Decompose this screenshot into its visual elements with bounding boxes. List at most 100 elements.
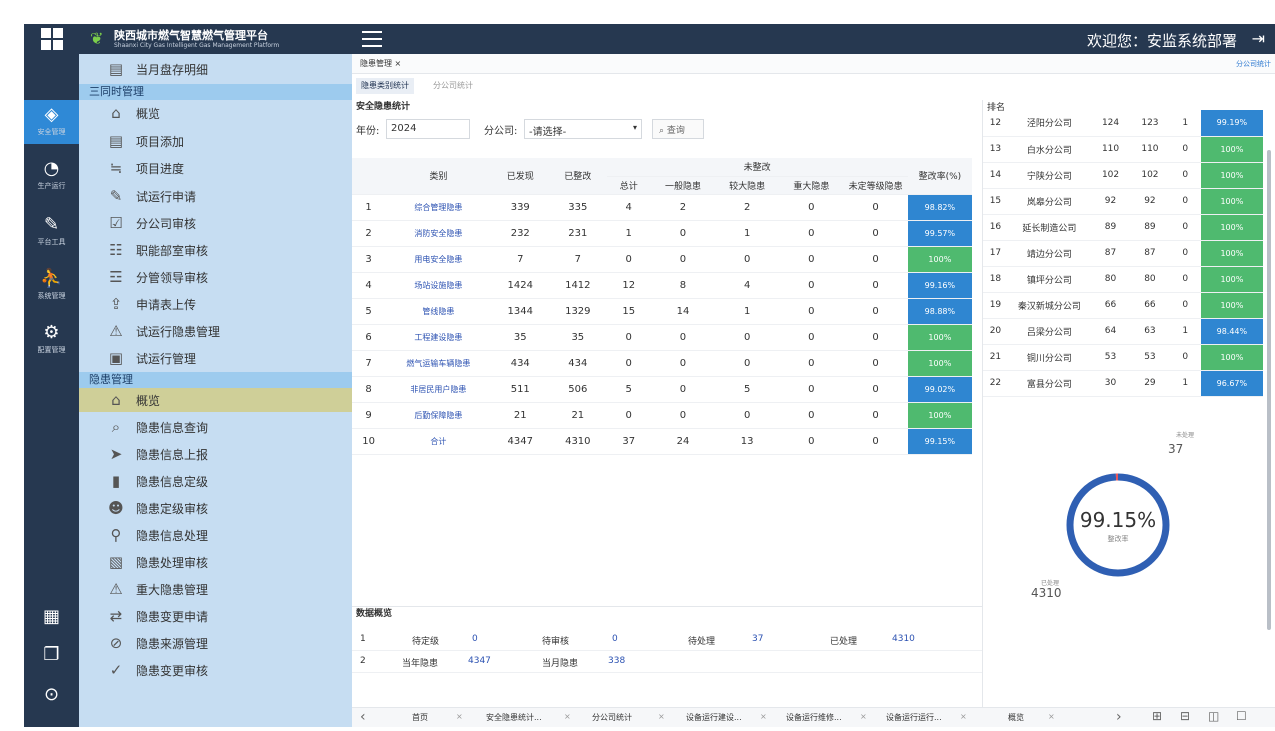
doc-icon: ▤ [108, 132, 124, 150]
menu-toggle-icon[interactable] [362, 29, 382, 49]
summary-value: 37 [752, 634, 764, 644]
menu-item-label: 隐患信息上报 [136, 447, 209, 462]
bottom-tab[interactable]: 设备运行运行... [886, 712, 942, 723]
summary-key: 待审核 [542, 637, 570, 647]
tab-close-icon[interactable]: × [760, 712, 767, 721]
tab-category-stats[interactable]: 隐患类别统计 [356, 78, 414, 94]
company-label: 分公司: [484, 126, 518, 137]
tab-close-icon[interactable]: × [658, 712, 665, 721]
bottom-tab[interactable]: 安全隐患统计... [486, 712, 542, 723]
rail-item-production[interactable]: ◔ 生产运行 [24, 154, 79, 198]
layout-single-icon[interactable]: ☐ [1236, 709, 1247, 723]
row-undef: 0 [843, 272, 908, 299]
menu-item[interactable]: ≒ 项目进度 [79, 156, 352, 180]
menu-item[interactable]: ☲ 分管领导审核 [79, 265, 352, 289]
bottom-tab[interactable]: 概览 [1008, 712, 1024, 723]
menu-item[interactable]: ⚠ 重大隐患管理 [79, 577, 352, 601]
menu-item[interactable]: ⚠ 试运行隐患管理 [79, 319, 352, 343]
breadcrumb-tab[interactable]: 隐患管理 × [360, 58, 401, 69]
row-larger: 0 [715, 350, 780, 377]
row-major: 0 [779, 272, 844, 299]
bottom-tab[interactable]: 设备运行维修... [786, 712, 842, 723]
menu-group-three-simultaneous[interactable]: 三同时管理 [79, 84, 352, 100]
breadcrumb: 隐患管理 × 分公司统计 [352, 54, 1275, 74]
row-category[interactable]: 后勤保障隐患 [385, 402, 492, 429]
tab-close-icon[interactable]: × [456, 712, 463, 721]
table-row: 1 综合管理隐患 339 335 4 2 2 0 0 98.82% [352, 194, 972, 221]
menu-item[interactable]: ☑ 分公司审核 [79, 211, 352, 235]
menu-item[interactable]: ➤ 隐患信息上报 [79, 442, 352, 466]
row-category[interactable]: 综合管理隐患 [385, 194, 492, 221]
rail-item-safety[interactable]: ◈ 安全管理 [24, 100, 79, 144]
year-input[interactable]: 2024 [386, 119, 470, 139]
menu-item-label: 隐患变更申请 [136, 609, 209, 624]
menu-item-label: 隐患定级审核 [136, 501, 209, 516]
apps-grid-icon[interactable] [24, 24, 79, 54]
rail-item-system[interactable]: ⛹ 系统管理 [24, 264, 79, 308]
summary-row: 1 待定级 0 待审核 0 待处理 37 已处理 4310 [352, 629, 982, 651]
menu-item[interactable]: ☷ 职能部室审核 [79, 238, 352, 262]
chevron-down-icon: ▾ [632, 123, 637, 132]
row-fixed: 1412 [549, 272, 607, 299]
logout-icon[interactable]: ⇥ [1252, 29, 1265, 48]
layout-rows-icon[interactable]: ⊟ [1180, 709, 1190, 723]
company-select[interactable]: -请选择- ▾ [524, 119, 642, 139]
menu-group-hazard[interactable]: 隐患管理 [79, 372, 352, 388]
tab-close-icon[interactable]: × [860, 712, 867, 721]
menu-item[interactable]: ⊘ 隐患来源管理 [79, 631, 352, 655]
menu-item[interactable]: ▧ 隐患处理审核 [79, 550, 352, 574]
bottom-tab[interactable]: 设备运行建设... [686, 712, 742, 723]
tab-prev-icon[interactable]: ‹ [360, 709, 366, 725]
rank-found: 89 [1090, 214, 1131, 241]
layout-grid-icon[interactable]: ⊞ [1152, 709, 1162, 723]
vertical-scrollbar[interactable] [1267, 150, 1271, 630]
layout-columns-icon[interactable]: ◫ [1208, 709, 1219, 723]
rank-found: 92 [1090, 188, 1131, 215]
row-category[interactable]: 用电安全隐患 [385, 246, 492, 273]
menu-item[interactable]: ▣ 试运行管理 [79, 346, 352, 370]
filter-bar: 年份: 2024 分公司: -请选择- ▾ ⌕ 查询 [356, 118, 976, 140]
menu-item[interactable]: ✓ 隐患变更审核 [79, 658, 352, 682]
row-found: 511 [491, 376, 550, 403]
row-category[interactable]: 合计 [385, 428, 492, 455]
row-category[interactable]: 工程建设隐患 [385, 324, 492, 351]
menu-item[interactable]: ⚲ 隐患信息处理 [79, 523, 352, 547]
rail-item-tools[interactable]: ✎ 平台工具 [24, 210, 79, 254]
side-menu: ▤ 当月盘存明细 三同时管理 ⌂ 概览 ▤ 项目添加 ≒ 项目进度 ✎ 试运行申请 ☑ 分… [79, 54, 352, 727]
tab-next-icon[interactable]: › [1116, 709, 1122, 725]
row-category[interactable]: 场站设施隐患 [385, 272, 492, 299]
review-icon: ☑ [109, 214, 123, 232]
menu-item[interactable]: ▤ 当月盘存明细 [79, 57, 352, 81]
breadcrumb-right-link[interactable]: 分公司统计 [1236, 59, 1271, 69]
row-category[interactable]: 非居民用户隐患 [385, 376, 492, 403]
rank-found: 64 [1090, 318, 1131, 345]
ranking-row: 17 靖边分公司 87 87 0 100% [983, 240, 1263, 267]
alert-icon: ⚠ [109, 580, 123, 598]
row-category[interactable]: 管线隐患 [385, 298, 492, 325]
tab-close-icon[interactable]: × [960, 712, 967, 721]
menu-item-overview-selected[interactable]: ⌂ 概览 [79, 388, 352, 412]
row-category[interactable]: 消防安全隐患 [385, 220, 492, 247]
bottom-tab[interactable]: 首页 [412, 712, 428, 723]
rail-item-config[interactable]: ⚙ 配置管理 [24, 318, 79, 362]
row-category[interactable]: 燃气运输车辆隐患 [385, 350, 492, 377]
window-switch-icon[interactable]: ❐ [24, 640, 79, 684]
menu-item[interactable]: ▮ 隐患信息定级 [79, 469, 352, 493]
search-button[interactable]: ⌕ 查询 [652, 119, 704, 139]
tab-close-icon[interactable]: × [564, 712, 571, 721]
bottom-tab[interactable]: 分公司统计 [592, 712, 632, 723]
menu-item[interactable]: ☻ 隐患定级审核 [79, 496, 352, 520]
tab-company-stats[interactable]: 分公司统计 [428, 78, 478, 94]
menu-item-label: 隐患信息处理 [136, 528, 209, 543]
menu-item[interactable]: ▤ 项目添加 [79, 129, 352, 153]
menu-item[interactable]: ⇄ 隐患变更申请 [79, 604, 352, 628]
row-larger: 0 [715, 402, 780, 429]
menu-item[interactable]: ⇪ 申请表上传 [79, 292, 352, 316]
menu-item[interactable]: ✎ 试运行申请 [79, 184, 352, 208]
row-index: 3 [352, 246, 386, 273]
info-icon[interactable]: ⊙ [24, 680, 79, 724]
menu-item[interactable]: ⌂ 概览 [79, 101, 352, 125]
menu-item[interactable]: ⌕ 隐患信息查询 [79, 415, 352, 439]
tab-close-icon[interactable]: × [1048, 712, 1055, 721]
rank-index: 21 [983, 344, 1008, 371]
